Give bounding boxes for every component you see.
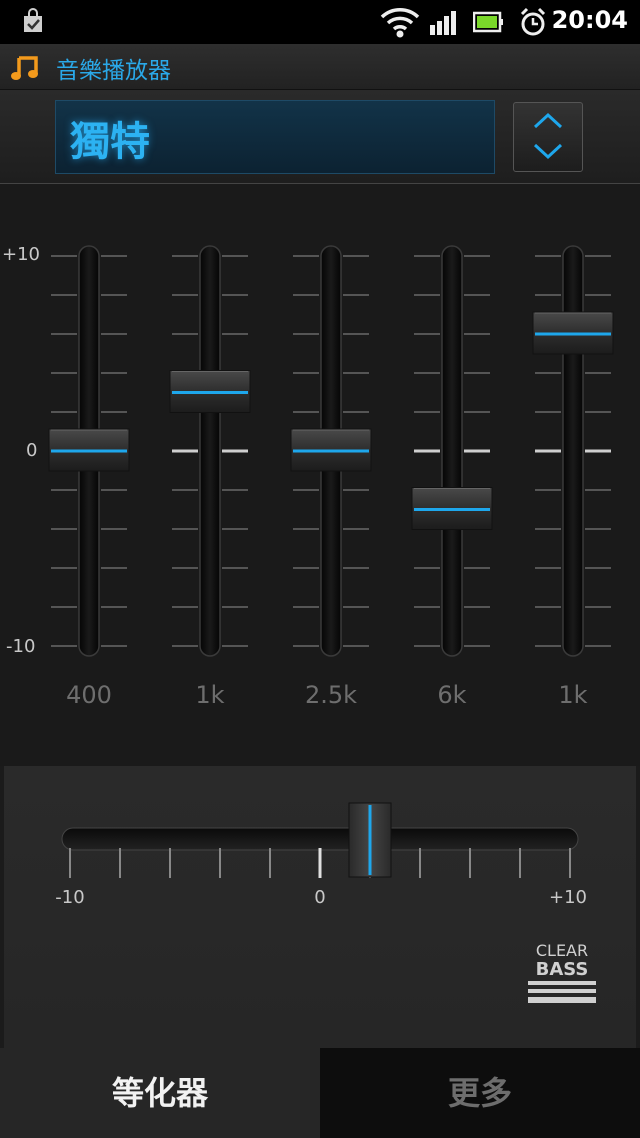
wifi-icon bbox=[380, 8, 420, 38]
clear-bass-track[interactable] bbox=[61, 827, 579, 851]
app-title: 音樂播放器 bbox=[56, 58, 171, 84]
status-bar: 20:04 bbox=[0, 0, 640, 44]
signal-icon bbox=[430, 11, 456, 35]
band-label-1: 400 bbox=[66, 681, 112, 709]
preset-toggle-button[interactable] bbox=[513, 102, 583, 172]
eq-band-knob-2[interactable] bbox=[169, 370, 251, 413]
bottom-tabs: 等化器 更多 bbox=[0, 1048, 640, 1138]
band-label-4: 6k bbox=[437, 681, 467, 709]
band-label-2: 1k bbox=[195, 681, 225, 709]
clear-bass-slider[interactable] bbox=[4, 766, 636, 886]
eq-scale-zero: 0 bbox=[26, 440, 38, 461]
eq-band-knob-5[interactable] bbox=[532, 311, 614, 355]
bass-min-label: -10 bbox=[55, 887, 85, 908]
eq-scale-max: +10 bbox=[2, 244, 40, 265]
equalizer-panel: +10 0 -10 400 1k 2.5k 6k 1k bbox=[0, 184, 640, 766]
bass-max-label: +10 bbox=[549, 887, 587, 908]
tab-equalizer[interactable]: 等化器 bbox=[0, 1048, 320, 1138]
preset-bar: 獨特 bbox=[0, 90, 640, 184]
music-note-icon bbox=[11, 56, 38, 80]
bass-zero-label: 0 bbox=[314, 887, 326, 908]
eq-band-track-4[interactable] bbox=[441, 245, 463, 657]
preset-selector[interactable]: 獨特 bbox=[55, 100, 495, 174]
eq-band-track-5[interactable] bbox=[562, 245, 584, 657]
alarm-icon bbox=[520, 7, 546, 36]
preset-name: 獨特 bbox=[70, 119, 150, 165]
eq-band-knob-1[interactable] bbox=[48, 428, 130, 472]
band-label-5: 1k bbox=[558, 681, 588, 709]
battery-icon bbox=[473, 11, 503, 33]
status-time: 20:04 bbox=[551, 6, 628, 34]
shopping-bag-icon bbox=[24, 8, 42, 32]
eq-band-knob-3[interactable] bbox=[290, 428, 372, 472]
equalizer-bands bbox=[48, 245, 614, 657]
clear-bass-logo-line1: CLEAR bbox=[536, 941, 588, 960]
eq-scale-min: -10 bbox=[6, 636, 36, 657]
clear-bass-logo-line2: BASS bbox=[536, 959, 589, 980]
clear-bass-logo: CLEAR BASS bbox=[528, 941, 596, 1003]
up-down-chevron-icon bbox=[533, 112, 563, 160]
clear-bass-panel: -10 0 +10 CLEAR BASS bbox=[4, 766, 636, 1048]
band-label-3: 2.5k bbox=[304, 681, 358, 709]
eq-band-knob-4[interactable] bbox=[411, 487, 493, 530]
app-title-bar: 音樂播放器 bbox=[0, 44, 640, 90]
eq-band-track-2[interactable] bbox=[199, 245, 221, 657]
clear-bass-knob[interactable] bbox=[348, 802, 392, 878]
tab-more[interactable]: 更多 bbox=[320, 1048, 640, 1138]
